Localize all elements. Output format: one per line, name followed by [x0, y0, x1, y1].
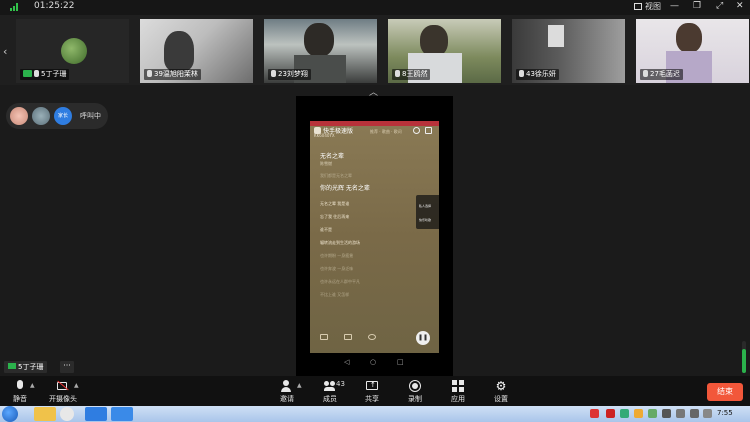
share-icon [425, 127, 432, 134]
like-icon [344, 334, 352, 340]
avatar [32, 107, 50, 125]
network-icon[interactable] [676, 409, 685, 418]
back-icon: ◁ [344, 358, 350, 366]
calling-pill[interactable]: 家长 呼叫中 [6, 103, 108, 129]
mic-icon [395, 70, 400, 77]
signal-icon[interactable] [10, 3, 20, 11]
lyric-line: 也许奔波 一身乏味 [320, 266, 354, 271]
system-clock: 7:55 [717, 409, 733, 417]
lyric-line: 无名之辈 我是谁 [320, 201, 350, 206]
close-icon[interactable]: ✕ [736, 1, 744, 11]
lyric-line: 谁不是 [320, 227, 332, 232]
settings-button[interactable]: ⚙ 设置 [481, 378, 521, 404]
headphone-icon [413, 127, 420, 134]
record-button[interactable]: 录制 [395, 378, 435, 404]
participant-count: 43 [336, 380, 345, 388]
participant-strip: ‹ › 5丁子珊 39温旭阳茉林 23刘梦翔 8王鸥然 43徐乐 [0, 15, 750, 85]
lyric-line: 也许期盼 一身疲惫 [320, 253, 354, 258]
strip-prev-icon[interactable]: ‹ [3, 45, 7, 58]
app-tabs: 推荐 · 歌曲 · 歌词 [370, 129, 402, 134]
meeting-window: 01:25:22 视图 — ❐ ⤢ ✕ ‹ › 5丁子珊 39温旭阳茉林 23刘… [0, 0, 750, 422]
mic-icon [34, 70, 39, 77]
room-id: KK6040YX [314, 133, 335, 138]
window-video [548, 25, 564, 47]
apps-button[interactable]: 应用 [438, 378, 478, 404]
microphone-icon [14, 380, 26, 392]
start-button[interactable] [2, 406, 18, 422]
lyric-line: 也许永远在人群中平凡 [320, 279, 360, 284]
grid-icon [634, 3, 642, 10]
tray-icon[interactable] [662, 409, 671, 418]
restore-icon[interactable]: ❐ [693, 1, 701, 11]
camera-off-icon [57, 380, 69, 392]
mic-icon [147, 70, 152, 77]
gear-icon: ⚙ [495, 379, 507, 393]
invite-options-icon[interactable]: ▲ [297, 382, 302, 389]
camera-on-icon [8, 363, 16, 369]
participant-tile[interactable]: 23刘梦翔 [264, 19, 377, 83]
person-video [676, 23, 702, 53]
person-video [304, 23, 334, 57]
invite-icon [281, 380, 293, 392]
home-icon: ○ [370, 358, 377, 366]
lyric-line: 我们都是无名之辈 [320, 173, 352, 178]
calling-label: 呼叫中 [80, 112, 101, 120]
mic-icon [519, 70, 524, 77]
app-icon[interactable] [111, 407, 133, 421]
explorer-icon[interactable] [34, 407, 56, 421]
side-panel: 私人选择 快乐听歌 [416, 195, 439, 229]
shared-screen: 快手极速版 KK6040YX 推荐 · 歌曲 · 歌词 无名之辈 陈雪燃 我们都… [296, 96, 453, 377]
song-title: 无名之辈 [320, 153, 345, 160]
tray-icon[interactable] [648, 409, 657, 418]
end-meeting-button[interactable]: 结束 [707, 383, 743, 401]
meeting-app-icon[interactable] [85, 407, 107, 421]
meeting-timer: 01:25:22 [34, 1, 75, 11]
tray-icon[interactable] [634, 409, 643, 418]
pause-icon: ❚❚ [416, 331, 430, 345]
avatar [61, 38, 87, 64]
phone-nav-bar: ◁ ○ □ [310, 358, 439, 370]
recents-icon: □ [397, 358, 404, 366]
participants-icon [324, 380, 336, 392]
gear-icon [368, 334, 376, 340]
apps-grid-icon [452, 380, 464, 392]
participant-tile[interactable]: 5丁子珊 [16, 19, 129, 83]
video-options-icon[interactable]: ▲ [74, 382, 79, 389]
participant-tile[interactable]: 8王鸥然 [388, 19, 501, 83]
participant-tile[interactable]: 27毛菡迟 [636, 19, 749, 83]
share-button[interactable]: ↑ 共享 [352, 378, 392, 404]
battery-icon[interactable] [703, 409, 712, 418]
person-video [164, 31, 194, 71]
more-icon[interactable]: ··· [60, 361, 74, 373]
fullscreen-icon[interactable]: ⤢ [716, 1, 723, 11]
lyric-line: 忘了我 往后再来 [320, 214, 350, 219]
mic-icon [271, 70, 276, 77]
browser-icon[interactable] [60, 407, 74, 421]
lyric-line: 你的光辉 无名之辈 [320, 185, 370, 192]
volume-icon[interactable] [690, 409, 699, 418]
lyric-line: 不比上谁 又怎样 [320, 292, 350, 297]
volume-indicator [742, 341, 746, 373]
song-artist: 陈雪燃 [320, 161, 332, 166]
tray-icon[interactable] [606, 409, 615, 418]
lyric-line: 辗转流走到生活的游场 [320, 240, 360, 245]
avatar: 家长 [54, 107, 72, 125]
comment-icon [320, 334, 328, 340]
tray-icon[interactable] [620, 409, 629, 418]
avatar [10, 107, 28, 125]
mic-icon [643, 70, 648, 77]
meeting-toolbar: 静音 ▲ 开摄像头 ▲ 邀请 ▲ 成员 43 ↑ 共享 录制 应用 ⚙ 设置 结… [0, 376, 750, 406]
share-screen-icon: ↑ [366, 380, 378, 392]
os-taskbar: 7:55 [0, 406, 750, 422]
camera-on-icon [23, 70, 32, 77]
participant-tile[interactable]: 39温旭阳茉林 [140, 19, 253, 83]
phone-screen: 快手极速版 KK6040YX 推荐 · 歌曲 · 歌词 无名之辈 陈雪燃 我们都… [310, 121, 439, 353]
mute-options-icon[interactable]: ▲ [30, 382, 35, 389]
participant-tile[interactable]: 43徐乐妍 [512, 19, 625, 83]
tray-icon[interactable] [590, 409, 599, 418]
record-icon [409, 380, 421, 392]
view-button[interactable]: 视图 [634, 1, 661, 12]
title-bar: 01:25:22 视图 — ❐ ⤢ ✕ [0, 0, 750, 15]
minimize-icon[interactable]: — [670, 1, 679, 11]
